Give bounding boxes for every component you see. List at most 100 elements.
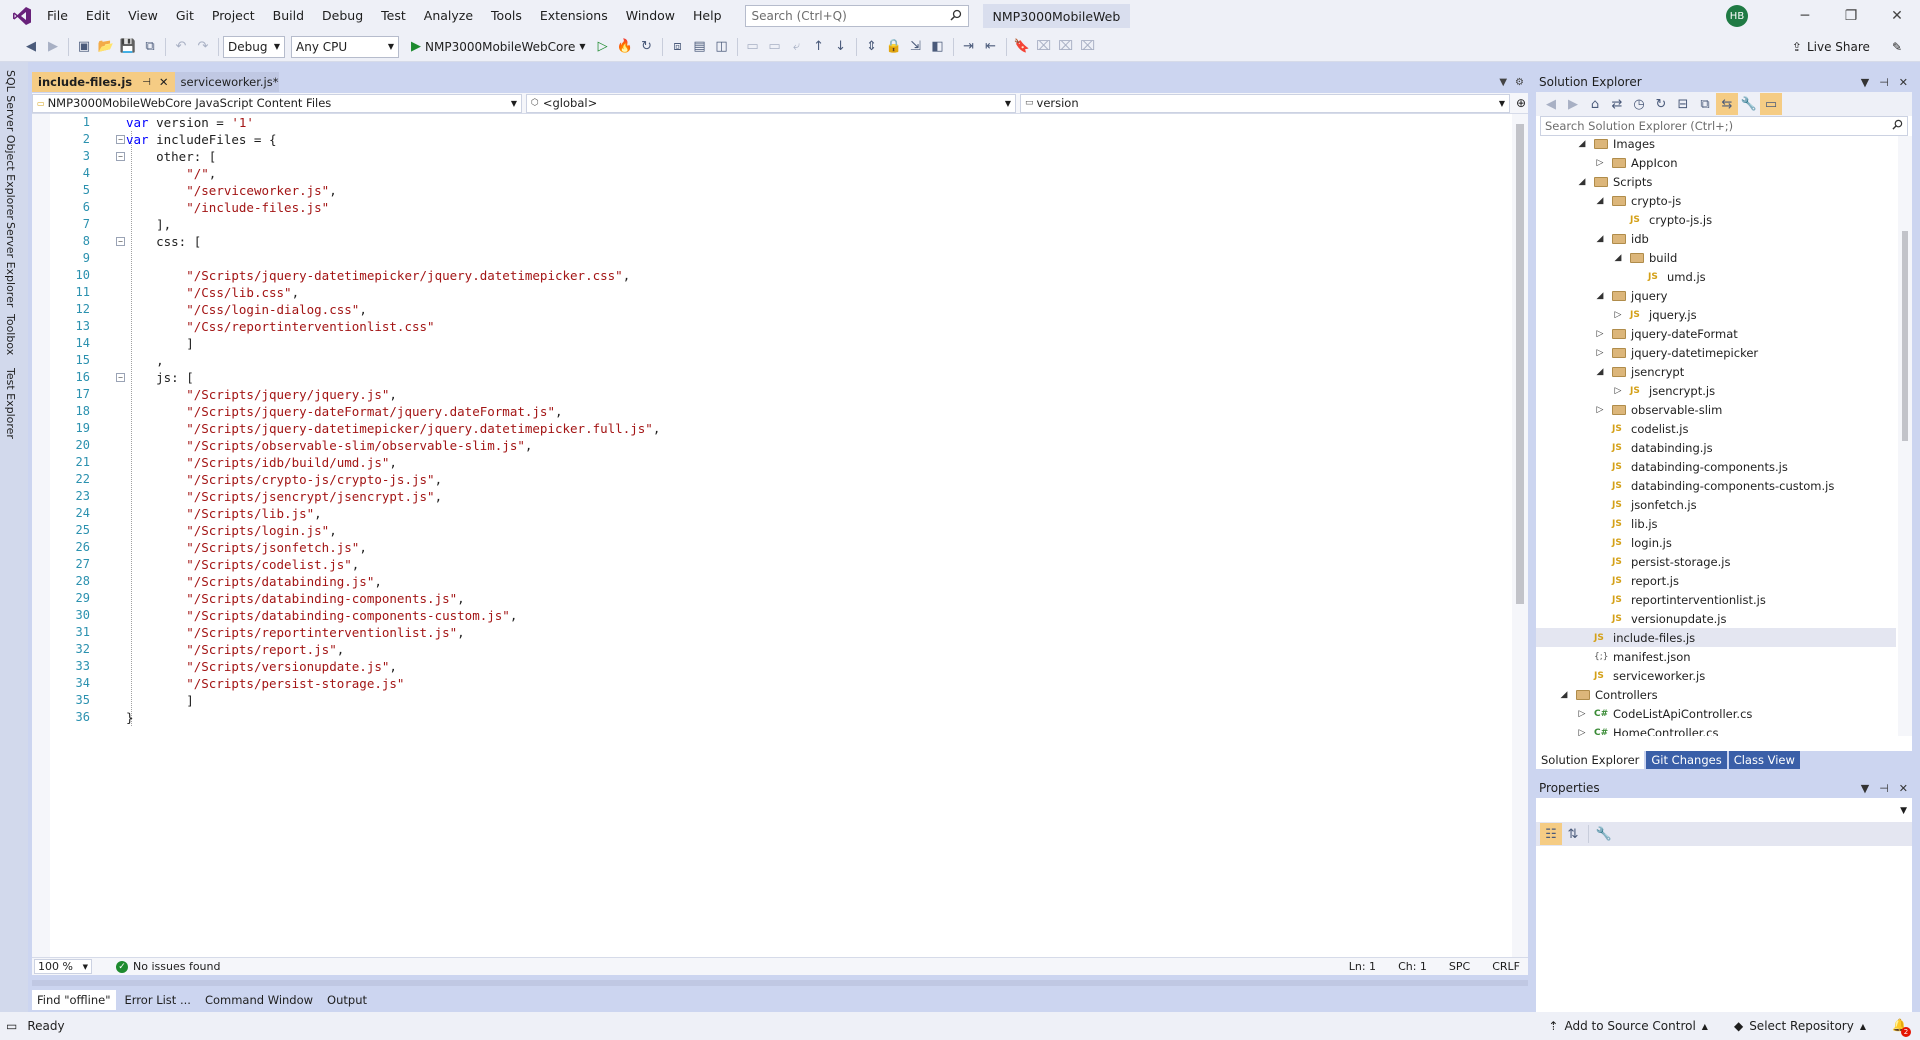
- back-icon[interactable]: ◀: [1540, 93, 1562, 115]
- collapse-toggle-icon[interactable]: −: [116, 373, 125, 382]
- member-dropdown[interactable]: ▭ version ▼: [1020, 93, 1510, 113]
- track-active-item-icon[interactable]: ⇆: [1716, 93, 1738, 115]
- expanded-arrow-icon[interactable]: ◢: [1576, 139, 1588, 149]
- tree-item[interactable]: ▷ C# CodeListApiController.cs: [1536, 704, 1896, 723]
- expanded-arrow-icon[interactable]: ◢: [1594, 196, 1606, 206]
- next-bookmark-icon[interactable]: ⌧: [1055, 36, 1077, 58]
- menu-item-edit[interactable]: Edit: [77, 0, 119, 32]
- save-icon[interactable]: 💾: [117, 36, 139, 58]
- panel-dropdown-icon[interactable]: ▼: [1861, 76, 1869, 89]
- tree-item[interactable]: JS reportinterventionlist.js: [1536, 590, 1896, 609]
- close-icon[interactable]: ✕: [1899, 782, 1908, 795]
- code-line[interactable]: 2 − var includeFiles = {: [32, 131, 1502, 148]
- editor-vertical-scrollbar[interactable]: [1512, 114, 1528, 957]
- line-ending[interactable]: CRLF: [1492, 960, 1520, 973]
- preview-selected-icon[interactable]: ▭: [1760, 93, 1782, 115]
- minimize-button[interactable]: ─: [1782, 0, 1828, 32]
- step-icon[interactable]: ⤶: [786, 36, 808, 58]
- tab-error-list[interactable]: Error List ...: [120, 990, 196, 1010]
- platform-dropdown[interactable]: Any CPU ▼: [291, 35, 399, 58]
- tree-item[interactable]: JS serviceworker.js: [1536, 666, 1896, 685]
- restore-button[interactable]: ❐: [1828, 0, 1874, 32]
- tree-item[interactable]: ◢ Controllers: [1536, 685, 1896, 704]
- code-line[interactable]: 26 "/Scripts/jsonfetch.js",: [32, 539, 1502, 556]
- issues-indicator[interactable]: ✓ No issues found: [116, 960, 220, 973]
- outdent-icon[interactable]: ⇤: [980, 36, 1002, 58]
- tree-item[interactable]: ◢ build: [1536, 248, 1896, 267]
- solution-search-input[interactable]: Search Solution Explorer (Ctrl+;): [1540, 116, 1908, 136]
- tree-item[interactable]: ◢ jsencrypt: [1536, 362, 1896, 381]
- scrollbar-thumb[interactable]: [1516, 124, 1524, 604]
- feedback-icon[interactable]: ✎: [1892, 40, 1902, 54]
- forward-icon[interactable]: ▶: [1562, 93, 1584, 115]
- sql-server-object-explorer-tab[interactable]: SQL Server Object Explorer: [4, 70, 17, 220]
- menu-item-view[interactable]: View: [119, 0, 167, 32]
- lock-icon[interactable]: 🔒: [883, 36, 905, 58]
- code-line[interactable]: 22 "/Scripts/crypto-js/crypto-js.js",: [32, 471, 1502, 488]
- tree-item[interactable]: ◢ idb: [1536, 229, 1896, 248]
- menu-item-git[interactable]: Git: [167, 0, 203, 32]
- code-line[interactable]: 11 "/Css/lib.css",: [32, 284, 1502, 301]
- code-line[interactable]: 4 "/",: [32, 165, 1502, 182]
- whitespace-mode[interactable]: SPC: [1449, 960, 1470, 973]
- code-line[interactable]: 35 ]: [32, 692, 1502, 709]
- collapse-toggle-icon[interactable]: −: [116, 237, 125, 246]
- scope-dropdown[interactable]: ⬡ <global> ▼: [526, 93, 1016, 113]
- menu-item-build[interactable]: Build: [264, 0, 313, 32]
- tab-output[interactable]: Output: [322, 990, 372, 1010]
- zoom-dropdown[interactable]: 100 % ▼: [34, 959, 92, 974]
- server-explorer-tab[interactable]: Server Explorer: [4, 222, 17, 307]
- tree-item[interactable]: ▷ AppIcon: [1536, 153, 1896, 172]
- tree-item[interactable]: JS jsonfetch.js: [1536, 495, 1896, 514]
- switch-views-icon[interactable]: ⇄: [1606, 93, 1628, 115]
- format-icon[interactable]: ⇕: [861, 36, 883, 58]
- collapse-all-icon[interactable]: ⊟: [1672, 93, 1694, 115]
- pending-changes-filter-icon[interactable]: ◷: [1628, 93, 1650, 115]
- pin-icon[interactable]: ⊣: [142, 77, 151, 88]
- code-line[interactable]: 16 − js: [: [32, 369, 1502, 386]
- code-line[interactable]: 33 "/Scripts/versionupdate.js",: [32, 658, 1502, 675]
- code-line[interactable]: 34 "/Scripts/persist-storage.js": [32, 675, 1502, 692]
- code-line[interactable]: 12 "/Css/login-dialog.css",: [32, 301, 1502, 318]
- menu-item-debug[interactable]: Debug: [313, 0, 372, 32]
- tab-include-files[interactable]: include-files.js ⊣ ✕: [32, 72, 175, 92]
- code-line[interactable]: 7 ],: [32, 216, 1502, 233]
- collapsed-arrow-icon[interactable]: ▷: [1594, 158, 1606, 168]
- menu-item-window[interactable]: Window: [617, 0, 684, 32]
- pin-icon[interactable]: ⊣: [1879, 76, 1889, 89]
- code-line[interactable]: 31 "/Scripts/reportinterventionlist.js",: [32, 624, 1502, 641]
- pin-icon[interactable]: ⊣: [1879, 782, 1889, 795]
- show-all-files-icon[interactable]: ⧉: [1694, 93, 1716, 115]
- categorized-icon[interactable]: ☷: [1540, 823, 1562, 845]
- tree-item[interactable]: ◢ jquery: [1536, 286, 1896, 305]
- code-line[interactable]: 32 "/Scripts/report.js",: [32, 641, 1502, 658]
- comment-icon[interactable]: ▭: [742, 36, 764, 58]
- code-line[interactable]: 27 "/Scripts/codelist.js",: [32, 556, 1502, 573]
- properties-object-dropdown[interactable]: ▼: [1538, 802, 1910, 820]
- tree-item[interactable]: ▷ JS jsencrypt.js: [1536, 381, 1896, 400]
- collapsed-arrow-icon[interactable]: ▷: [1594, 329, 1606, 339]
- undo-icon[interactable]: ↶: [170, 36, 192, 58]
- tree-item[interactable]: JS versionupdate.js: [1536, 609, 1896, 628]
- tab-find-results[interactable]: Find "offline": [32, 990, 116, 1010]
- tree-item[interactable]: ▷ observable-slim: [1536, 400, 1896, 419]
- start-debugging-button[interactable]: ▶ NMP3000MobileWebCore ▼: [411, 39, 586, 54]
- code-line[interactable]: 17 "/Scripts/jquery/jquery.js",: [32, 386, 1502, 403]
- code-line[interactable]: 20 "/Scripts/observable-slim/observable-…: [32, 437, 1502, 454]
- menu-item-tools[interactable]: Tools: [482, 0, 531, 32]
- toggle-icon[interactable]: ◧: [927, 36, 949, 58]
- collapsed-arrow-icon[interactable]: ▷: [1594, 348, 1606, 358]
- alphabetical-icon[interactable]: ⇅: [1562, 823, 1584, 845]
- redo-icon[interactable]: ↷: [192, 36, 214, 58]
- uncomment-icon[interactable]: ▭: [764, 36, 786, 58]
- arrow-up-icon[interactable]: ↑: [808, 36, 830, 58]
- tree-item[interactable]: ▷ jquery-dateFormat: [1536, 324, 1896, 343]
- save-all-icon[interactable]: ⧉: [139, 36, 161, 58]
- solution-vertical-scrollbar[interactable]: [1898, 136, 1912, 736]
- refresh-icon[interactable]: ↻: [636, 36, 658, 58]
- code-line[interactable]: 9: [32, 250, 1502, 267]
- menu-item-test[interactable]: Test: [372, 0, 415, 32]
- code-line[interactable]: 13 "/Css/reportinterventionlist.css": [32, 318, 1502, 335]
- tree-item[interactable]: JS umd.js: [1536, 267, 1896, 286]
- arrow-down-icon[interactable]: ↓: [830, 36, 852, 58]
